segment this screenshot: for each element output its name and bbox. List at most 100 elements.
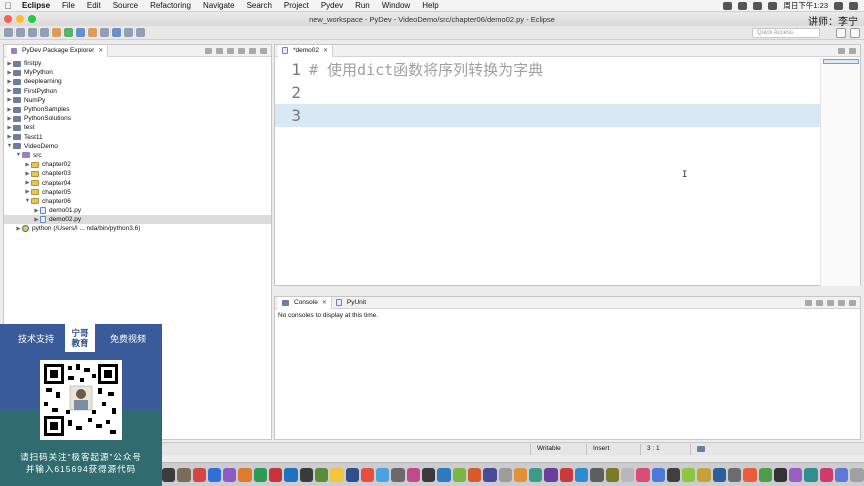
dock-app-icon[interactable] xyxy=(666,467,681,482)
menu-refactoring[interactable]: Refactoring xyxy=(144,1,197,10)
search-toolbar-icon[interactable] xyxy=(100,28,109,37)
collapsed-arrow-icon[interactable]: ▶ xyxy=(6,125,13,131)
tree-item[interactable]: ▶ firstpy xyxy=(4,59,271,68)
dock-app-icon[interactable] xyxy=(284,467,298,482)
dock-app-icon[interactable] xyxy=(299,467,313,482)
collapsed-arrow-icon[interactable]: ▶ xyxy=(6,88,13,94)
menu-edit[interactable]: Edit xyxy=(81,1,107,10)
collapsed-arrow-icon[interactable]: ▶ xyxy=(15,226,22,232)
filter-icon[interactable] xyxy=(227,47,234,54)
forward-icon[interactable] xyxy=(136,28,145,37)
menu-run[interactable]: Run xyxy=(349,1,376,10)
quick-access-input[interactable]: Quick Access xyxy=(752,28,820,38)
link-editor-icon[interactable] xyxy=(216,47,223,54)
dock-app-icon[interactable] xyxy=(238,467,252,482)
dock-app-icon[interactable] xyxy=(651,467,665,482)
code-text[interactable]: # 使用dict函数将序列转换为字典 xyxy=(305,59,543,80)
dock-app-icon[interactable] xyxy=(437,467,451,482)
dock-app-icon[interactable] xyxy=(314,467,329,482)
maximize-console-icon[interactable] xyxy=(849,299,856,306)
menu-search[interactable]: Search xyxy=(241,1,278,10)
close-icon[interactable]: ✕ xyxy=(98,47,103,54)
dock-app-icon[interactable] xyxy=(850,467,864,482)
dock-app-icon[interactable] xyxy=(452,467,466,482)
expanded-arrow-icon[interactable]: ▼ xyxy=(6,143,13,149)
dock-app-icon[interactable] xyxy=(544,467,558,482)
dock-app-icon[interactable] xyxy=(529,467,543,482)
dock-app-icon[interactable] xyxy=(773,467,788,482)
dock-app-icon[interactable] xyxy=(605,467,619,482)
tree-item[interactable]: ▶ deeplearning xyxy=(4,77,271,86)
collapsed-arrow-icon[interactable]: ▶ xyxy=(33,208,40,214)
tree-item[interactable]: ▼ src xyxy=(4,151,271,160)
dock-app-icon[interactable] xyxy=(269,467,283,482)
dock-app-icon[interactable] xyxy=(697,467,711,482)
tree-item[interactable]: ▶ PythonSamples xyxy=(4,105,271,114)
dock-app-icon[interactable] xyxy=(345,467,359,482)
close-icon[interactable]: ✕ xyxy=(323,47,328,54)
dock-app-icon[interactable] xyxy=(207,467,222,482)
progress-icon[interactable] xyxy=(697,446,705,452)
tree-item[interactable]: ▶ NumPy xyxy=(4,96,271,105)
collapsed-arrow-icon[interactable]: ▶ xyxy=(6,61,13,67)
dock-app-icon[interactable] xyxy=(513,467,528,482)
dock-app-icon[interactable] xyxy=(727,467,742,482)
dock-app-icon[interactable] xyxy=(422,467,436,482)
collapsed-arrow-icon[interactable]: ▶ xyxy=(6,79,13,85)
menu-app-eclipse[interactable]: Eclipse xyxy=(16,1,56,10)
print-icon[interactable] xyxy=(40,28,49,37)
menu-help[interactable]: Help xyxy=(416,1,444,10)
open-perspective-icon[interactable] xyxy=(836,28,846,38)
new-icon[interactable] xyxy=(4,28,13,37)
battery-icon[interactable] xyxy=(768,1,778,10)
collapse-all-icon[interactable] xyxy=(205,47,212,54)
dock-app-icon[interactable] xyxy=(758,467,772,482)
dock-app-icon[interactable] xyxy=(360,467,375,482)
tree-item[interactable]: ▶ demo01.py xyxy=(4,206,271,215)
maximize-view-icon[interactable] xyxy=(260,47,267,54)
close-icon[interactable]: ✕ xyxy=(322,299,327,306)
dock-app-icon[interactable] xyxy=(330,467,344,482)
minimize-view-icon[interactable] xyxy=(249,47,256,54)
save-icon[interactable] xyxy=(16,28,25,37)
dock-app-icon[interactable] xyxy=(620,467,635,482)
close-window-button[interactable] xyxy=(4,15,12,23)
list-icon[interactable] xyxy=(849,1,858,10)
dock-app-icon[interactable] xyxy=(559,467,574,482)
code-line[interactable]: 1 # 使用dict函数将序列转换为字典 xyxy=(275,58,823,81)
status-app-icon[interactable] xyxy=(723,1,733,10)
tree-item[interactable]: ▶ chapter02 xyxy=(4,160,271,169)
collapsed-arrow-icon[interactable]: ▶ xyxy=(6,97,13,103)
collapsed-arrow-icon[interactable]: ▶ xyxy=(24,189,31,195)
dock-app-icon[interactable] xyxy=(743,467,757,482)
tree-item[interactable]: ▼ chapter06 xyxy=(4,197,271,206)
dock-app-icon[interactable] xyxy=(376,467,390,482)
menubar-clock[interactable]: 周日下午1:23 xyxy=(783,0,828,11)
dock-app-icon[interactable] xyxy=(575,467,589,482)
dock-app-icon[interactable] xyxy=(636,467,650,482)
annotation-icon[interactable] xyxy=(112,28,121,37)
dock-app-icon[interactable] xyxy=(498,467,512,482)
open-folder-icon[interactable] xyxy=(88,28,97,37)
collapsed-arrow-icon[interactable]: ▶ xyxy=(6,134,13,140)
collapsed-arrow-icon[interactable]: ▶ xyxy=(24,162,31,168)
menu-source[interactable]: Source xyxy=(107,1,144,10)
tab-pyunit[interactable]: PyUnit xyxy=(332,297,370,309)
dock-app-icon[interactable] xyxy=(192,467,206,482)
dock-app-icon[interactable] xyxy=(223,467,237,482)
tree-item[interactable]: ▶ chapter05 xyxy=(4,188,271,197)
tree-item[interactable]: ▶ chapter03 xyxy=(4,169,271,178)
dock-app-icon[interactable] xyxy=(789,467,803,482)
tree-item[interactable]: ▶ FirstPython xyxy=(4,87,271,96)
wechat-icon[interactable] xyxy=(738,1,748,10)
minimize-window-button[interactable] xyxy=(16,15,24,23)
tab-console[interactable]: Console ✕ xyxy=(278,296,332,309)
apple-icon[interactable]:  xyxy=(0,1,16,11)
open-console-icon[interactable] xyxy=(827,299,834,306)
tree-item[interactable]: ▼ VideoDemo xyxy=(4,142,271,151)
dock-app-icon[interactable] xyxy=(835,467,849,482)
expanded-arrow-icon[interactable]: ▼ xyxy=(24,198,31,204)
new-project-icon[interactable] xyxy=(76,28,85,37)
keyboard-icon[interactable] xyxy=(753,1,763,10)
collapsed-arrow-icon[interactable]: ▶ xyxy=(6,70,13,76)
